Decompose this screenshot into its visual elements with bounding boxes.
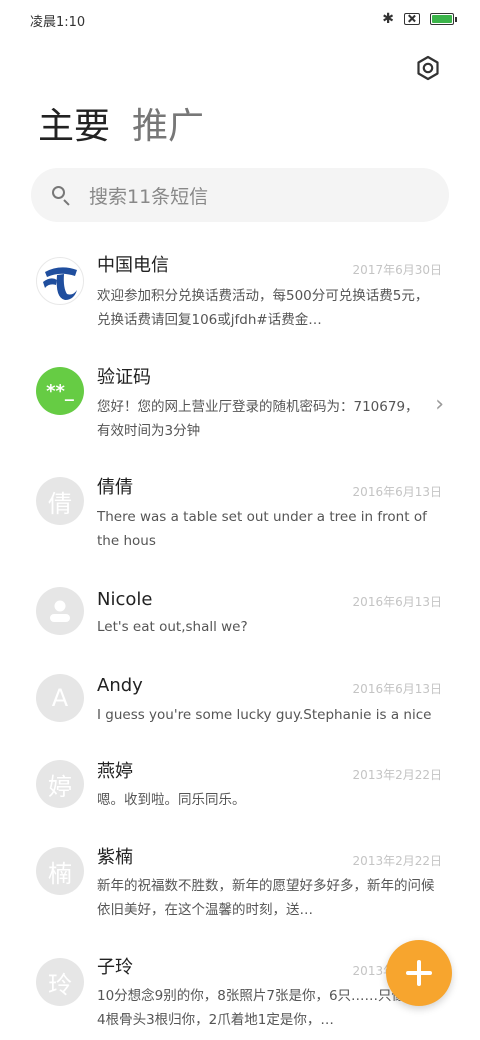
message-preview: 10分想念9别的你，8张照片7张是你，6只……只像你，4根骨头3根归你，2爪着地…: [97, 988, 433, 1028]
person-icon: [50, 600, 70, 622]
sender-name: Andy: [97, 675, 143, 696]
message-preview: 新年的祝福数不胜数，新年的愿望好多好多，新年的问候依旧美好，在这个温馨的时刻，送…: [97, 878, 435, 918]
message-date: 2013年2月22日: [352, 768, 442, 782]
conversation-item[interactable]: 中国电信 2017年6月30日 欢迎参加积分兑换话费活动，每500分可兑换话费5…: [0, 240, 480, 352]
status-bar: 凌晨1:10 ✱: [0, 0, 480, 40]
message-preview: Let's eat out,shall we?: [97, 619, 248, 635]
message-date: 2016年6月13日: [352, 595, 442, 609]
message-preview: 嗯。收到啦。同乐同乐。: [97, 792, 246, 808]
sender-name: 验证码: [97, 367, 151, 388]
tab-promotions[interactable]: 推广: [132, 104, 204, 150]
battery-charging-icon: [430, 13, 457, 25]
message-preview: 欢迎参加积分兑换话费活动，每500分可兑换话费5元，兑换话费请回复106或jfd…: [97, 288, 429, 328]
message-preview: There was a table set out under a tree i…: [97, 509, 427, 549]
avatar: [36, 587, 84, 635]
message-date: 2016年6月13日: [352, 485, 442, 499]
settings-button[interactable]: [414, 54, 442, 82]
sender-name: 子玲: [97, 957, 133, 978]
plus-icon: [406, 960, 432, 986]
avatar: 楠: [36, 847, 84, 895]
message-date: 2017年6月30日: [352, 263, 442, 277]
bluetooth-icon: ✱: [382, 11, 394, 27]
settings-icon: [417, 55, 439, 81]
message-date: 2013年2月22日: [352, 854, 442, 868]
conversation-item[interactable]: **_ 验证码 您好！您的网上营业厅登录的随机密码为：710679，有效时间为3…: [0, 352, 480, 462]
sender-name: 燕婷: [97, 761, 133, 782]
china-telecom-logo-icon: [43, 267, 77, 300]
tab-bar: 主要 推广: [38, 104, 204, 150]
tab-primary[interactable]: 主要: [38, 104, 110, 150]
avatar: **_: [36, 367, 84, 415]
search-placeholder: 搜索11条短信: [89, 185, 209, 208]
status-time: 凌晨1:10: [30, 15, 86, 30]
compose-button[interactable]: [386, 940, 452, 1006]
conversation-item[interactable]: A Andy 2016年6月13日 I guess you're some lu…: [0, 662, 480, 750]
message-preview: I guess you're some lucky guy.Stephanie …: [97, 707, 432, 723]
message-date: 2016年6月13日: [352, 682, 442, 696]
avatar: 婷: [36, 760, 84, 808]
conversation-item[interactable]: Nicole 2016年6月13日 Let's eat out,shall we…: [0, 574, 480, 662]
chevron-right-icon[interactable]: ›: [435, 392, 444, 417]
conversation-item[interactable]: 倩 倩倩 2016年6月13日 There was a table set ou…: [0, 462, 480, 574]
sender-name: Nicole: [97, 589, 153, 610]
sim-card-icon: [404, 13, 420, 25]
sender-name: 紫楠: [97, 847, 133, 868]
conversation-item[interactable]: 婷 燕婷 2013年2月22日 嗯。收到啦。同乐同乐。: [0, 750, 480, 836]
message-preview: 您好！您的网上营业厅登录的随机密码为：710679，有效时间为3分钟: [97, 399, 419, 439]
status-icons: ✱: [382, 11, 457, 27]
search-bar[interactable]: 搜索11条短信: [31, 168, 449, 222]
avatar: A: [36, 674, 84, 722]
avatar: 玲: [36, 958, 84, 1006]
sender-name: 倩倩: [97, 477, 133, 498]
conversation-item[interactable]: 楠 紫楠 2013年2月22日 新年的祝福数不胜数，新年的愿望好多好多，新年的问…: [0, 836, 480, 946]
avatar: [36, 257, 84, 305]
avatar: 倩: [36, 477, 84, 525]
search-icon: [51, 185, 71, 206]
sender-name: 中国电信: [97, 255, 169, 276]
